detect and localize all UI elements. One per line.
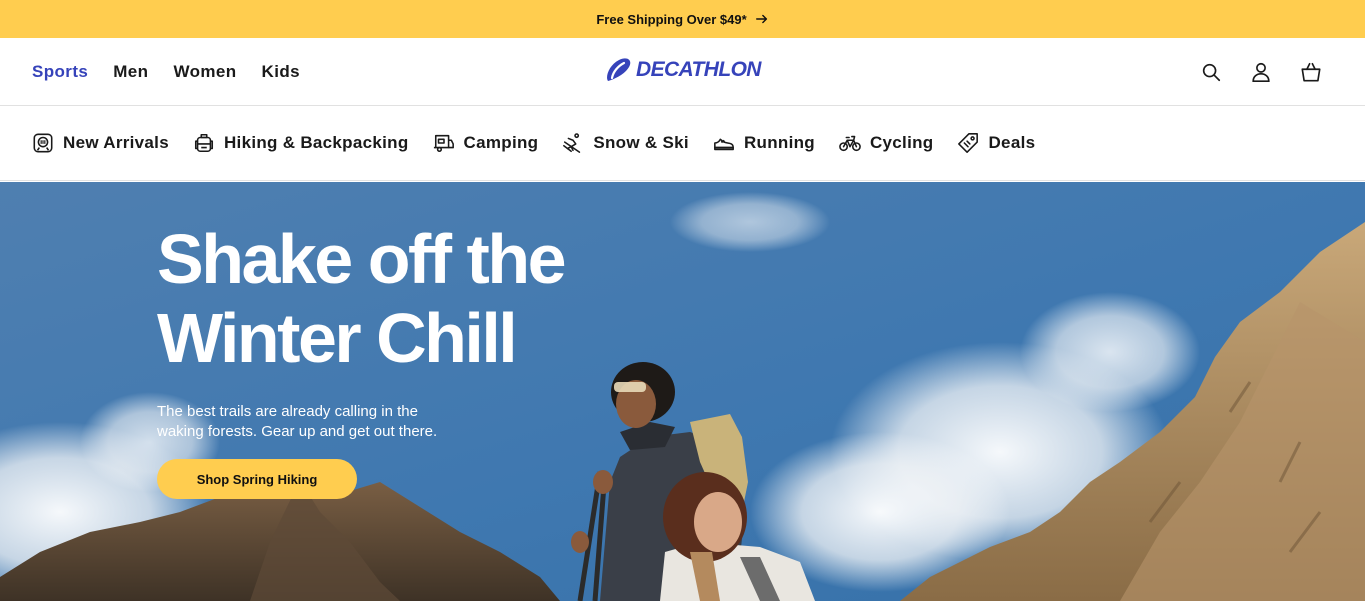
category-label: Cycling <box>869 133 934 152</box>
header-actions <box>1199 60 1333 84</box>
shop-spring-hiking-button[interactable]: Shop Spring Hiking <box>157 459 357 499</box>
gender-nav: Sports Men Women Kids <box>32 62 300 82</box>
category-snow-ski[interactable]: Snow & Ski <box>562 132 689 154</box>
category-label: Camping <box>463 133 539 152</box>
search-button[interactable] <box>1199 60 1223 84</box>
category-label: New Arrivals <box>63 133 169 152</box>
hero-content: Shake off the Winter Chill The best trai… <box>157 220 627 499</box>
nav-kids[interactable]: Kids <box>262 62 300 82</box>
hero-subtitle: The best trails are already calling in t… <box>157 403 438 440</box>
category-deals[interactable]: Deals <box>957 132 1035 154</box>
category-label: Deals <box>988 133 1036 152</box>
category-nav: New Arrivals Hiking & Backpacking Campin… <box>0 106 1365 181</box>
category-cycling[interactable]: Cycling <box>839 132 934 154</box>
new-arrivals-icon <box>33 133 53 153</box>
running-shoe-icon <box>713 138 734 151</box>
promo-text: Free Shipping Over $49* <box>596 11 747 27</box>
nav-men[interactable]: Men <box>113 62 148 82</box>
price-tag-icon <box>958 133 979 153</box>
category-running[interactable]: Running <box>713 132 815 154</box>
backpack-icon <box>194 133 213 153</box>
camper-icon <box>433 134 454 153</box>
account-button[interactable] <box>1249 60 1273 84</box>
user-icon <box>1252 62 1270 82</box>
arrow-right-icon <box>755 14 767 24</box>
cart-button[interactable] <box>1299 60 1323 84</box>
decathlon-logo[interactable]: DECATHLON <box>603 57 761 83</box>
category-label: Snow & Ski <box>593 133 689 152</box>
logo-text: DECATHLON <box>636 58 761 81</box>
skier-icon <box>563 133 581 153</box>
category-camping[interactable]: Camping <box>433 132 539 154</box>
category-label: Running <box>743 133 815 152</box>
site-header: Sports Men Women Kids DECATHLON <box>0 38 1365 106</box>
search-icon <box>1202 63 1221 81</box>
logo-mark-icon <box>607 58 631 81</box>
category-new-arrivals[interactable]: New Arrivals <box>32 132 169 154</box>
nav-women[interactable]: Women <box>173 62 236 82</box>
bicycle-icon <box>839 135 861 152</box>
category-label: Hiking & Backpacking <box>223 133 409 152</box>
category-hiking-backpacking[interactable]: Hiking & Backpacking <box>193 132 409 154</box>
hero-banner: Shake off the Winter Chill The best trai… <box>0 182 1365 601</box>
shopping-bag-icon <box>1301 62 1321 82</box>
promo-banner[interactable]: Free Shipping Over $49* <box>0 0 1365 38</box>
nav-sports[interactable]: Sports <box>32 62 88 82</box>
hero-title: Shake off the Winter Chill <box>157 220 567 377</box>
